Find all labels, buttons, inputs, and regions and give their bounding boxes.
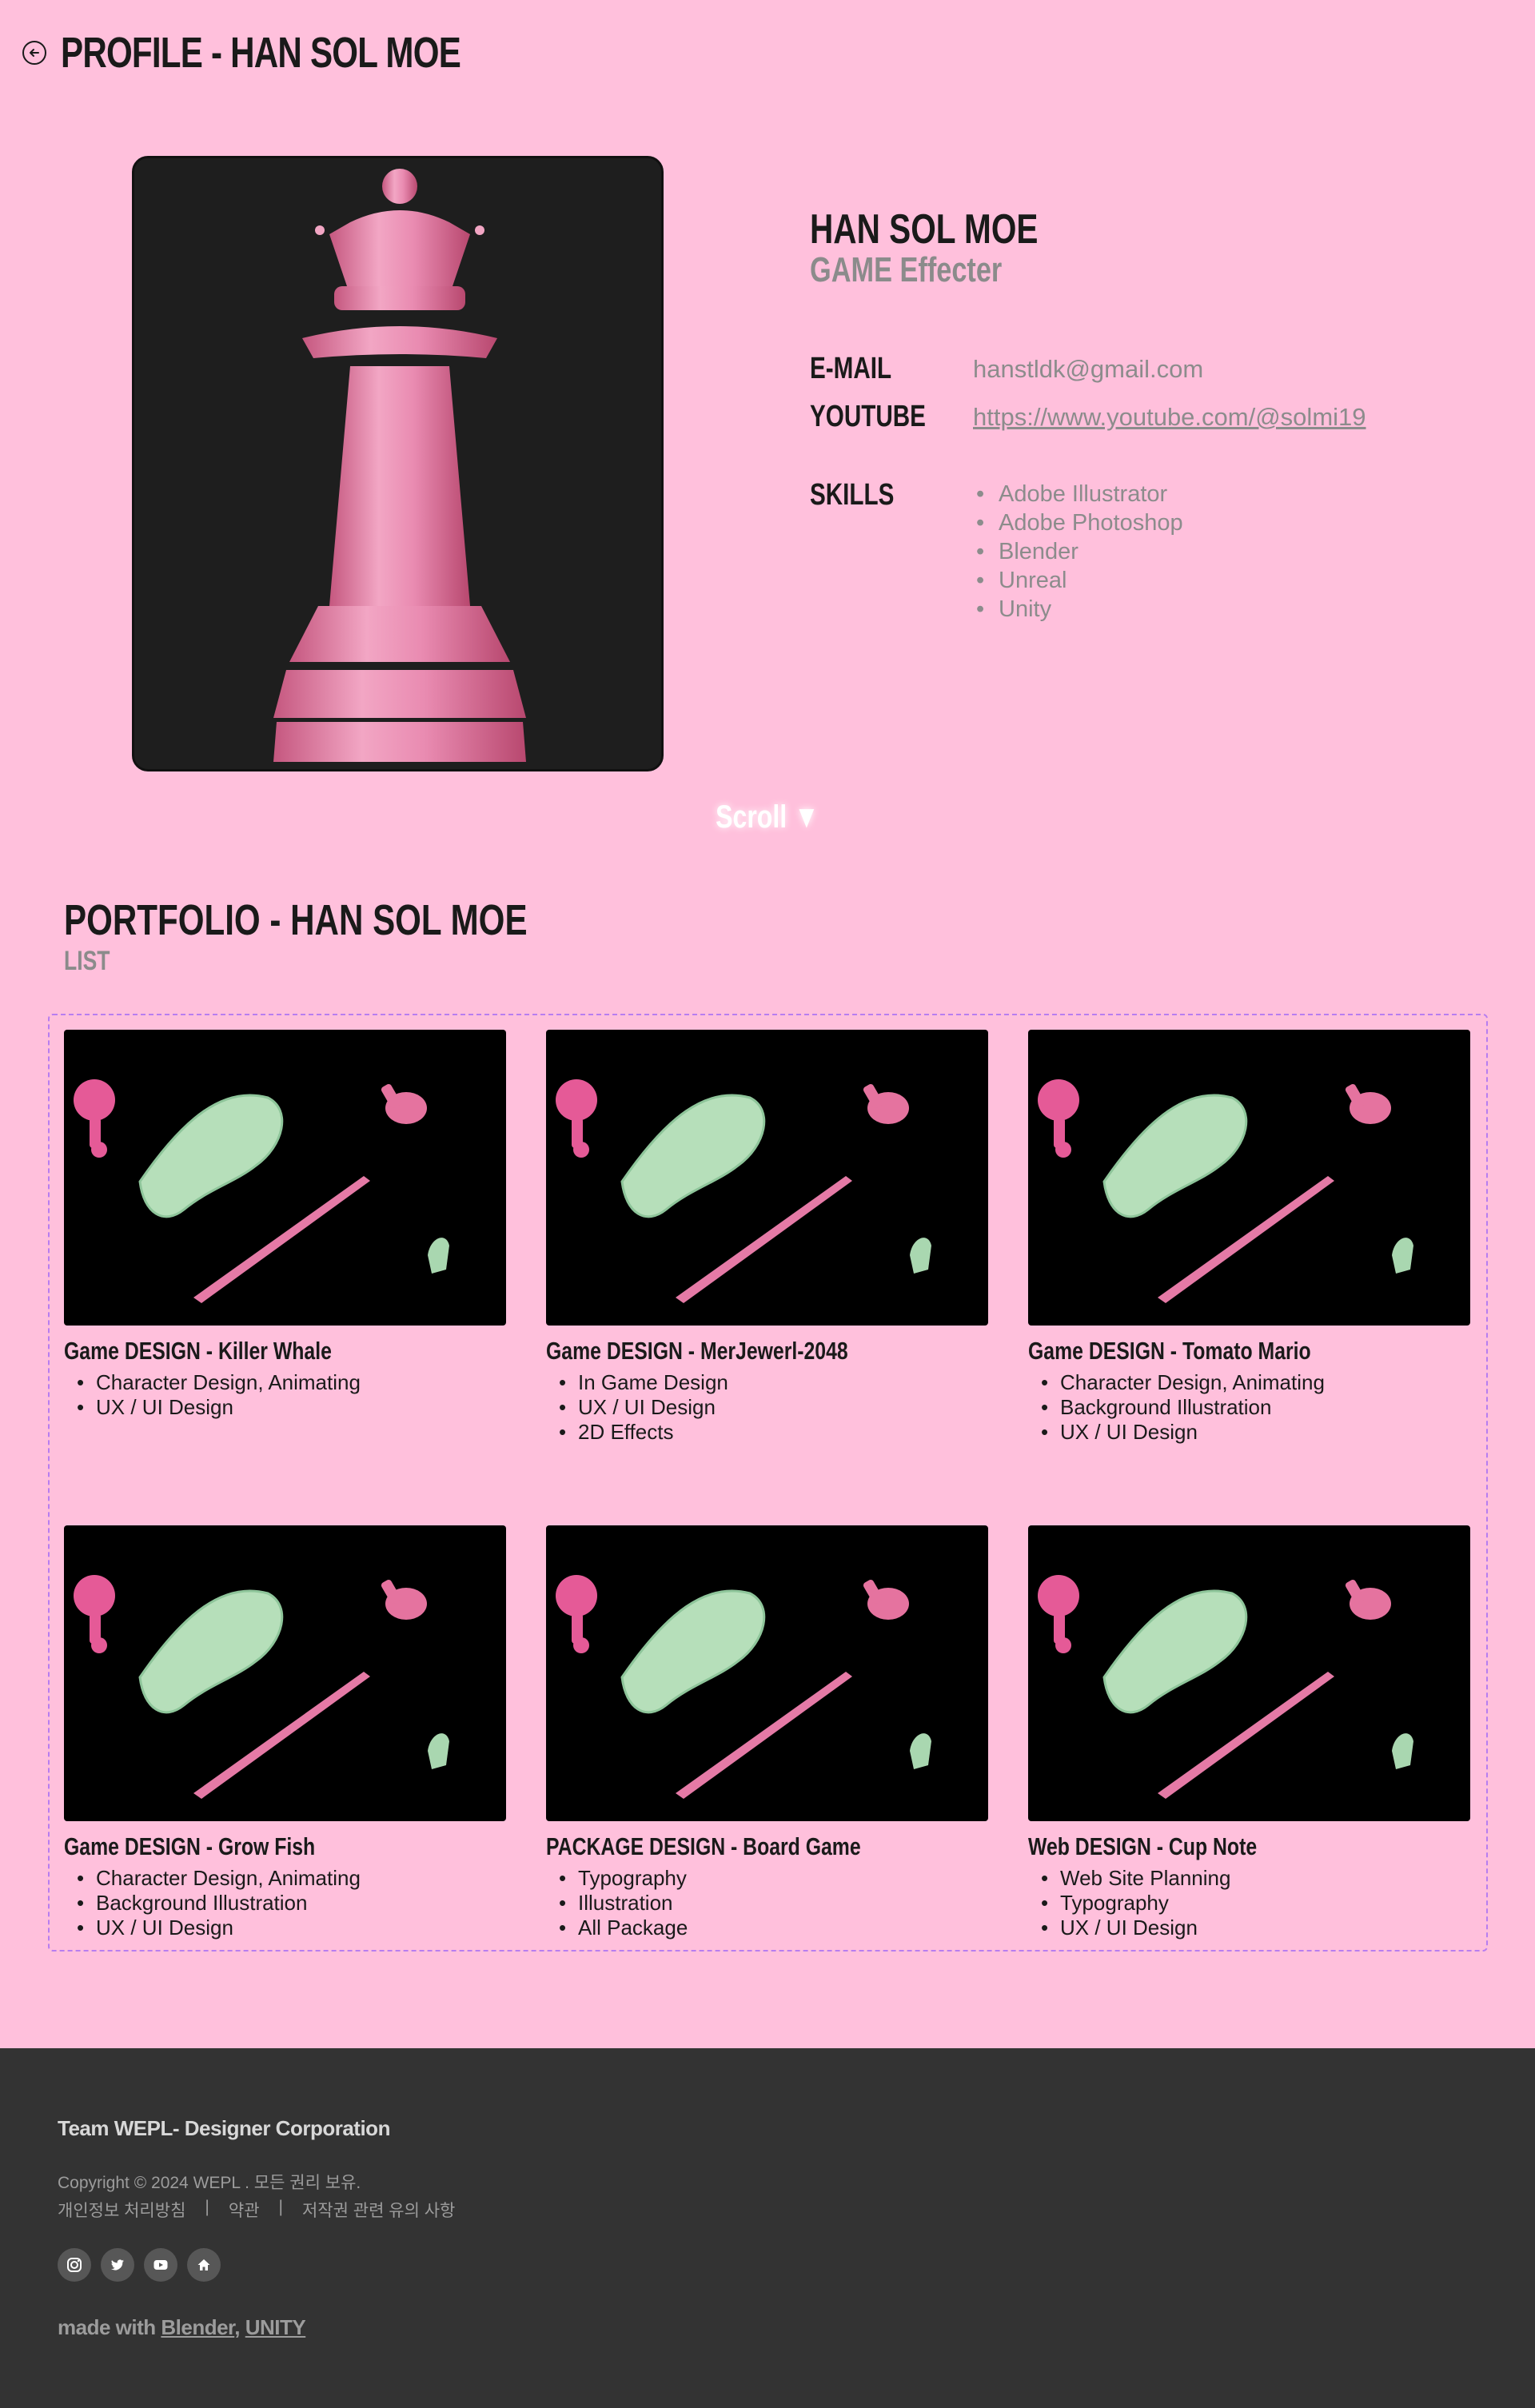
card-title[interactable]: Game DESIGN - Killer Whale [64, 1337, 417, 1365]
skill-item: Adobe Photoshop [973, 508, 1183, 537]
youtube-label: YOUTUBE [810, 400, 926, 433]
skill-item: Blender [973, 537, 1183, 566]
copyright-notice-link[interactable]: 저작권 관련 유의 사항 [302, 2198, 455, 2222]
instagram-button[interactable] [58, 2248, 91, 2282]
card-title[interactable]: Web DESIGN - Cup Note [1028, 1832, 1382, 1861]
instagram-icon [67, 2258, 82, 2272]
youtube-button[interactable] [144, 2248, 177, 2282]
card-thumbnail[interactable] [546, 1030, 988, 1326]
footer-copyright: Copyright © 2024 WEPL . 모든 권리 보유. [58, 2174, 361, 2192]
card-tag: UX / UI Design [546, 1395, 988, 1420]
profile-role: GAME Effecter [810, 249, 1003, 289]
queen-piece-illustration [273, 169, 526, 762]
portfolio-thumbnail-art [1038, 1575, 1413, 1799]
portfolio-thumbnail-art [74, 1079, 449, 1303]
portfolio-card[interactable]: Game DESIGN - Tomato Mario Character Des… [1028, 1030, 1470, 1445]
profile-image [132, 156, 664, 771]
skills-list: Adobe Illustrator Adobe Photoshop Blende… [973, 480, 1183, 624]
skills-label: SKILLS [810, 478, 895, 512]
link-separator: | [278, 2198, 283, 2216]
card-thumbnail[interactable] [546, 1525, 988, 1821]
portfolio-card[interactable]: Game DESIGN - Grow Fish Character Design… [64, 1525, 506, 1940]
card-title[interactable]: PACKAGE DESIGN - Board Game [546, 1832, 899, 1861]
skills-row: SKILLS Adobe Illustrator Adobe Photoshop… [810, 478, 1183, 624]
card-tags: Typography IllustrationAll Package [546, 1866, 988, 1940]
youtube-link[interactable]: https://www.youtube.com/@solmi19 [973, 403, 1366, 431]
page-header: PROFILE - HAN SOL MOE [22, 29, 573, 77]
youtube-icon [154, 2260, 168, 2270]
terms-link[interactable]: 약관 [229, 2198, 260, 2222]
back-button[interactable] [22, 41, 46, 65]
portfolio-card[interactable]: Web DESIGN - Cup Note Web Site PlanningT… [1028, 1525, 1470, 1940]
unity-link[interactable]: UNITY [245, 2315, 306, 2339]
made-with: made with Blender, UNITY [58, 2315, 306, 2339]
portfolio-thumbnail-art [74, 1575, 449, 1799]
portfolio-thumbnail-art [556, 1079, 931, 1303]
link-separator: | [205, 2198, 209, 2216]
portfolio-card[interactable]: Game DESIGN - Killer Whale Character Des… [64, 1030, 506, 1420]
skill-item: Unity [973, 595, 1183, 624]
card-tag: Web Site Planning [1028, 1866, 1470, 1891]
card-thumbnail[interactable] [64, 1525, 506, 1821]
card-tags: Character Design, AnimatingBackground Il… [1028, 1370, 1470, 1445]
card-thumbnail[interactable] [1028, 1030, 1470, 1326]
card-tag: UX / UI Design [64, 1395, 506, 1420]
card-tag: Character Design, Animating [64, 1866, 506, 1891]
email-value[interactable]: hanstldk@gmail.com [973, 352, 1203, 386]
card-tag: 2D Effects [546, 1420, 988, 1445]
home-button[interactable] [187, 2248, 221, 2282]
blender-link[interactable]: Blender [161, 2315, 234, 2339]
card-tag: Character Design, Animating [64, 1370, 506, 1395]
card-title[interactable]: Game DESIGN - Grow Fish [64, 1832, 417, 1861]
card-tags: Web Site PlanningTypographyUX / UI Desig… [1028, 1866, 1470, 1940]
profile-name: HAN SOL MOE [810, 206, 1039, 253]
arrow-left-icon [30, 49, 39, 57]
footer: Team WEPL- Designer Corporation Copyrigh… [0, 2048, 1535, 2408]
twitter-icon [111, 2259, 124, 2270]
email-label: E-MAIL [810, 352, 892, 385]
portfolio-title: PORTFOLIO - HAN SOL MOE [64, 896, 528, 944]
card-tag: Typography [546, 1866, 988, 1891]
card-tag: All Package [546, 1916, 988, 1940]
email-row: E-MAIL hanstldk@gmail.com [810, 352, 1203, 386]
card-tag: Typography [1028, 1891, 1470, 1916]
card-tags: Character Design, AnimatingBackground Il… [64, 1866, 506, 1940]
card-tag: UX / UI Design [1028, 1916, 1470, 1940]
portfolio-card[interactable]: PACKAGE DESIGN - Board Game Typography I… [546, 1525, 988, 1940]
card-tag: Illustration [546, 1891, 988, 1916]
card-title[interactable]: Game DESIGN - Tomato Mario [1028, 1337, 1382, 1365]
card-thumbnail[interactable] [1028, 1525, 1470, 1821]
card-tag: Character Design, Animating [1028, 1370, 1470, 1395]
card-tag: Background Illustration [64, 1891, 506, 1916]
card-thumbnail[interactable] [64, 1030, 506, 1326]
card-tag: UX / UI Design [1028, 1420, 1470, 1445]
youtube-row: YOUTUBE https://www.youtube.com/@solmi19 [810, 400, 1366, 434]
portfolio-subtitle: LIST [64, 946, 110, 976]
footer-team: Team WEPL- Designer Corporation [58, 2116, 390, 2140]
portfolio-card[interactable]: Game DESIGN - MerJewerl-2048 In Game Des… [546, 1030, 988, 1445]
portfolio-thumbnail-art [556, 1575, 931, 1799]
social-links [58, 2248, 221, 2282]
profile-info: HAN SOL MOE GAME Effecter E-MAIL hanstld… [810, 206, 1449, 624]
home-icon [197, 2259, 210, 2270]
twitter-button[interactable] [101, 2248, 134, 2282]
card-tags: In Game DesignUX / UI Design2D Effects [546, 1370, 988, 1445]
card-tag: UX / UI Design [64, 1916, 506, 1940]
card-tag: Background Illustration [1028, 1395, 1470, 1420]
skill-item: Adobe Illustrator [973, 480, 1183, 508]
card-tags: Character Design, AnimatingUX / UI Desig… [64, 1370, 506, 1420]
card-tag: In Game Design [546, 1370, 988, 1395]
card-title[interactable]: Game DESIGN - MerJewerl-2048 [546, 1337, 899, 1365]
portfolio-thumbnail-art [1038, 1079, 1413, 1303]
privacy-policy-link[interactable]: 개인정보 처리방침 [58, 2198, 185, 2222]
footer-links: 개인정보 처리방침 | 약관 | 저작권 관련 유의 사항 [58, 2198, 455, 2222]
page-title: PROFILE - HAN SOL MOE [61, 29, 461, 77]
skill-item: Unreal [973, 566, 1183, 595]
scroll-indicator[interactable]: Scroll ▼ [0, 799, 1535, 835]
